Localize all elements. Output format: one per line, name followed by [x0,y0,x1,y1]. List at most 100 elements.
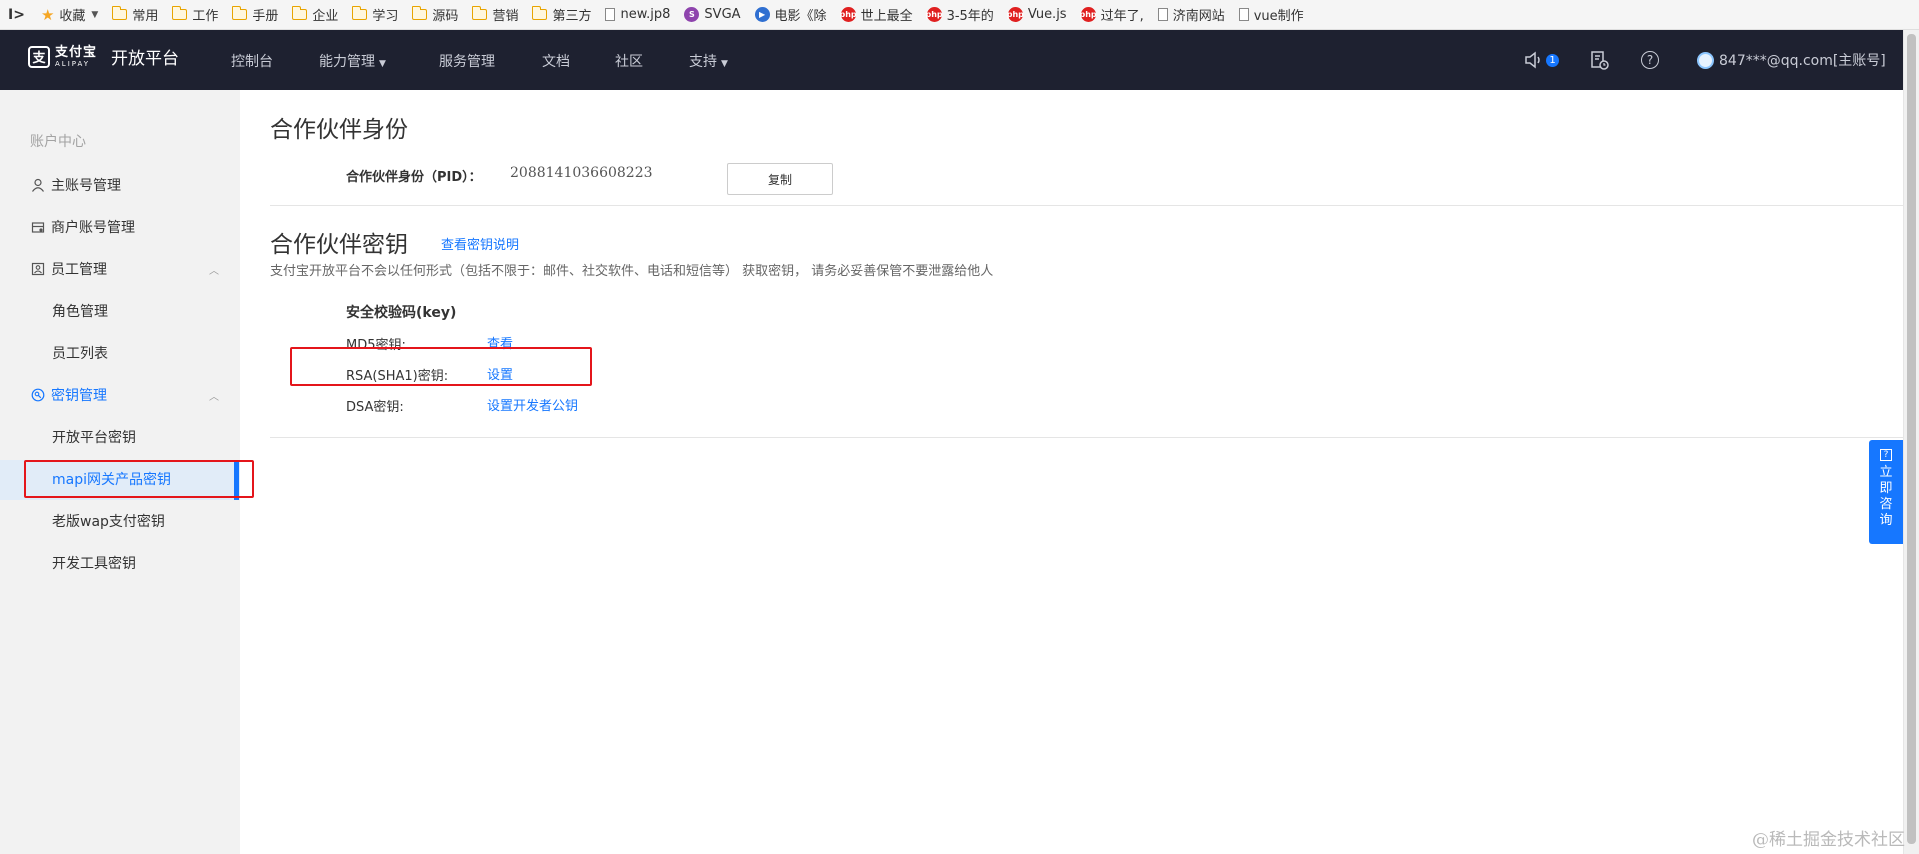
php-icon: php [1080,7,1097,22]
folder-icon [351,6,368,20]
chevron-up-icon[interactable]: ︿ [209,388,219,403]
bookmark-item[interactable]: 第三方 [531,5,592,24]
bookmark-item[interactable]: 企业 [291,5,339,24]
sidebar-item-keys[interactable]: 密钥管理 [30,385,107,405]
bookmark-item[interactable]: php 世上最全 [839,5,913,24]
consult-button[interactable]: ? 立即咨询 [1869,440,1903,544]
key-doc-link[interactable]: 查看密钥说明 [441,234,519,253]
bookmark-item[interactable]: ▶ 电影《除 [754,5,827,24]
svga-icon: S [684,7,700,22]
bookmark-label: 企业 [312,9,339,24]
star-icon: ★ [40,5,55,24]
sidebar-toggle-icon[interactable]: I> [8,7,25,23]
bookmark-label: SVGA [704,7,741,22]
sidebar-item-roles[interactable]: 角色管理 [52,301,108,321]
copy-button[interactable]: 复制 [727,163,833,195]
bookmark-label: 营销 [492,9,519,24]
folder-icon [531,6,548,20]
bookmark-label: vue制作 [1253,9,1304,24]
bookmark-label: 济南网站 [1172,9,1225,24]
scrollbar-thumb[interactable] [1907,34,1916,844]
logo-en-text: ALIPAY [55,59,91,68]
bookmark-item[interactable]: S SVGA [684,7,741,22]
php-icon: php [1007,7,1024,22]
chevron-up-icon[interactable]: ︿ [209,262,219,277]
bookmarks-list: ★ 收藏 ▼ 常用 工作 手册 企业 学习 源码 营销 第三方 new.jp8 S SVGA ▶ 电影《除 ph… [40,5,1318,25]
page-icon [1238,8,1249,21]
tasks-button[interactable] [1589,30,1609,90]
help-icon: ? [1641,51,1659,69]
sidebar-item-staff-list[interactable]: 员工列表 [52,343,108,363]
sidebar-item-staff[interactable]: 员工管理 [30,259,107,279]
nav-capability[interactable]: 能力管理 ▼ [319,51,386,71]
bookmark-item[interactable]: new.jp8 [605,7,670,22]
bookmark-label: Vue.js [1027,7,1067,22]
sidebar-item-old-wap-key[interactable]: 老版wap支付密钥 [52,511,165,531]
bookmark-item[interactable]: 营销 [471,5,519,24]
bookmark-item[interactable]: 工作 [171,5,219,24]
bookmark-item[interactable]: 手册 [231,5,279,24]
platform-title: 开放平台 [111,49,180,69]
divider [270,205,1903,206]
highlight-box [24,460,254,498]
pid-value: 2088141036608223 [510,165,653,181]
highlight-box [290,347,592,386]
bookmark-item[interactable]: php 过年了, [1080,5,1144,24]
folder-icon [231,6,248,20]
php-icon: php [839,7,857,22]
alipay-logo[interactable]: 支 支付宝 ALIPAY 开放平台 [28,44,179,69]
help-button[interactable]: ? [1641,30,1659,90]
sidebar-item-open-platform-key[interactable]: 开放平台密钥 [52,427,136,447]
movie-icon: ▶ [754,7,770,22]
clipboard-clock-icon [1591,51,1609,70]
sidebar-item-main-account[interactable]: 主账号管理 [30,175,121,195]
bookmark-label: 第三方 [552,9,592,24]
user-icon [30,178,45,193]
notifications[interactable]: 1 [1524,30,1559,90]
bookmark-item[interactable]: php 3-5年的 [926,5,994,24]
security-key-title: 安全校验码(key) [346,305,457,321]
caret-down-icon[interactable]: ▼ [91,10,98,20]
dsa-set-public-key-link[interactable]: 设置开发者公钥 [487,395,578,414]
divider [270,437,1903,438]
nav-service[interactable]: 服务管理 [439,51,495,71]
account-name: 847***@qq.com[主账号] [1719,53,1886,69]
bookmark-item[interactable]: 学习 [351,5,398,24]
folder-icon [171,6,188,20]
bookmark-item[interactable]: 源码 [411,5,458,24]
nav-console[interactable]: 控制台 [231,51,273,71]
bookmark-label: 常用 [132,9,159,24]
page-icon [605,8,616,21]
nav-community[interactable]: 社区 [615,51,643,71]
folder-icon [111,6,128,20]
sidebar-item-merchant-account[interactable]: 商户账号管理 [30,217,135,237]
merchant-icon [30,220,45,235]
account-menu[interactable]: 847***@qq.com[主账号] [1697,30,1886,90]
alipay-logo-mark: 支 [28,45,50,68]
key-icon [30,388,45,403]
bookmark-label: 手册 [252,9,279,24]
top-navigation: 支 支付宝 ALIPAY 开放平台 控制台 能力管理 ▼ 服务管理 文档 社区 支… [0,30,1903,90]
caret-down-icon: ▼ [721,59,728,69]
bookmark-label: 过年了, [1100,9,1144,24]
bookmark-item[interactable]: vue制作 [1238,5,1304,24]
bookmark-item[interactable]: ★ 收藏 ▼ [40,5,98,25]
bookmark-item[interactable]: 常用 [111,5,159,24]
identity-title: 合作伙伴身份 [270,117,408,143]
notification-badge: 1 [1546,53,1559,67]
consult-label: 立即咨询 [1879,465,1893,528]
staff-icon [30,262,45,277]
bookmark-item[interactable]: 济南网站 [1157,5,1225,24]
vertical-scrollbar[interactable] [1903,30,1919,854]
nav-support[interactable]: 支持 ▼ [689,51,728,71]
nav-docs[interactable]: 文档 [542,51,570,71]
folder-icon [411,6,428,20]
bookmark-label: 收藏 [59,9,86,24]
question-icon: ? [1880,449,1892,461]
bookmark-item[interactable]: php Vue.js [1007,7,1067,22]
php-icon: php [926,7,943,22]
bookmark-label: 工作 [192,9,219,24]
sidebar-item-dev-tool-key[interactable]: 开发工具密钥 [52,553,136,573]
bookmark-label: 电影《除 [774,9,827,24]
key-title: 合作伙伴密钥 [270,232,408,258]
